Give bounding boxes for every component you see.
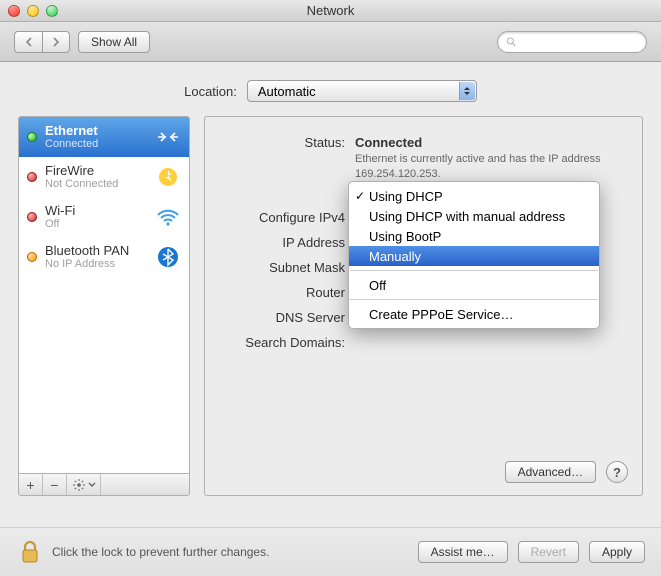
router-label: Router xyxy=(225,285,355,300)
status-dot xyxy=(27,132,37,142)
interface-name: Bluetooth PAN xyxy=(45,244,147,258)
window-title: Network xyxy=(0,3,661,18)
detail-panel: Status: Connected Ethernet is currently … xyxy=(204,116,643,496)
interface-status: Not Connected xyxy=(45,178,147,190)
status-dot xyxy=(27,172,37,182)
lock-row: Click the lock to prevent further change… xyxy=(0,527,661,576)
sidebar-item-bluetooth-pan[interactable]: Bluetooth PANNo IP Address xyxy=(19,237,189,277)
wifi-icon xyxy=(155,204,181,230)
interface-name: Wi-Fi xyxy=(45,204,147,218)
menu-separator xyxy=(350,270,598,271)
ip-address-label: IP Address xyxy=(225,235,355,250)
add-interface-button[interactable]: + xyxy=(19,474,43,495)
menu-item-manually[interactable]: Manually xyxy=(349,246,599,266)
advanced-button[interactable]: Advanced… xyxy=(505,461,596,483)
status-description: Ethernet is currently active and has the… xyxy=(355,152,622,182)
lock-icon[interactable] xyxy=(16,538,44,566)
location-label: Location: xyxy=(184,84,237,99)
subnet-mask-label: Subnet Mask xyxy=(225,260,355,275)
menu-item-off[interactable]: Off xyxy=(349,275,599,295)
status-dot xyxy=(27,252,37,262)
menu-item-using-dhcp-with-manual-address[interactable]: Using DHCP with manual address xyxy=(349,206,599,226)
dns-server-label: DNS Server xyxy=(225,310,355,325)
configure-ipv4-label: Configure IPv4 xyxy=(225,210,355,225)
apply-button[interactable]: Apply xyxy=(589,541,645,563)
assist-me-button[interactable]: Assist me… xyxy=(418,541,508,563)
interface-status: Connected xyxy=(45,138,147,150)
updown-icon xyxy=(459,82,475,100)
interface-status: Off xyxy=(45,218,147,230)
bluetooth-icon xyxy=(155,244,181,270)
search-icon xyxy=(506,36,517,48)
search-field[interactable] xyxy=(497,31,647,53)
show-all-button[interactable]: Show All xyxy=(78,31,150,53)
interface-list: EthernetConnectedFireWireNot ConnectedWi… xyxy=(18,116,190,474)
menu-separator xyxy=(350,299,598,300)
back-button[interactable] xyxy=(14,31,42,53)
sidebar-item-firewire[interactable]: FireWireNot Connected xyxy=(19,157,189,197)
menu-item-using-bootp[interactable]: Using BootP xyxy=(349,226,599,246)
status-value: Connected xyxy=(355,135,622,150)
ethernet-icon xyxy=(155,124,181,150)
toolbar: Show All xyxy=(0,22,661,62)
status-dot xyxy=(27,212,37,222)
lock-text: Click the lock to prevent further change… xyxy=(52,545,410,559)
help-button[interactable]: ? xyxy=(606,461,628,483)
interface-status: No IP Address xyxy=(45,258,147,270)
sidebar-footer: + − xyxy=(18,474,190,496)
menu-item-create-pppoe-service[interactable]: Create PPPoE Service… xyxy=(349,304,599,324)
sidebar-item-ethernet[interactable]: EthernetConnected xyxy=(19,117,189,157)
location-row: Location: Automatic xyxy=(0,62,661,116)
chevron-down-icon xyxy=(88,482,96,488)
interface-name: Ethernet xyxy=(45,124,147,138)
search-domains-label: Search Domains: xyxy=(225,335,355,350)
sidebar-item-wi-fi[interactable]: Wi-FiOff xyxy=(19,197,189,237)
sidebar: EthernetConnectedFireWireNot ConnectedWi… xyxy=(18,116,190,496)
revert-button[interactable]: Revert xyxy=(518,541,579,563)
nav-buttons xyxy=(14,31,70,53)
interface-name: FireWire xyxy=(45,164,147,178)
status-label: Status: xyxy=(225,135,355,182)
remove-interface-button[interactable]: − xyxy=(43,474,67,495)
forward-button[interactable] xyxy=(42,31,70,53)
titlebar: Network xyxy=(0,0,661,22)
location-value: Automatic xyxy=(258,84,316,99)
configure-ipv4-menu[interactable]: Using DHCPUsing DHCP with manual address… xyxy=(348,181,600,329)
gear-icon xyxy=(72,478,86,492)
menu-item-using-dhcp[interactable]: Using DHCP xyxy=(349,186,599,206)
location-select[interactable]: Automatic xyxy=(247,80,477,102)
action-menu-button[interactable] xyxy=(67,474,101,495)
search-input[interactable] xyxy=(521,35,638,49)
firewire-icon xyxy=(155,164,181,190)
